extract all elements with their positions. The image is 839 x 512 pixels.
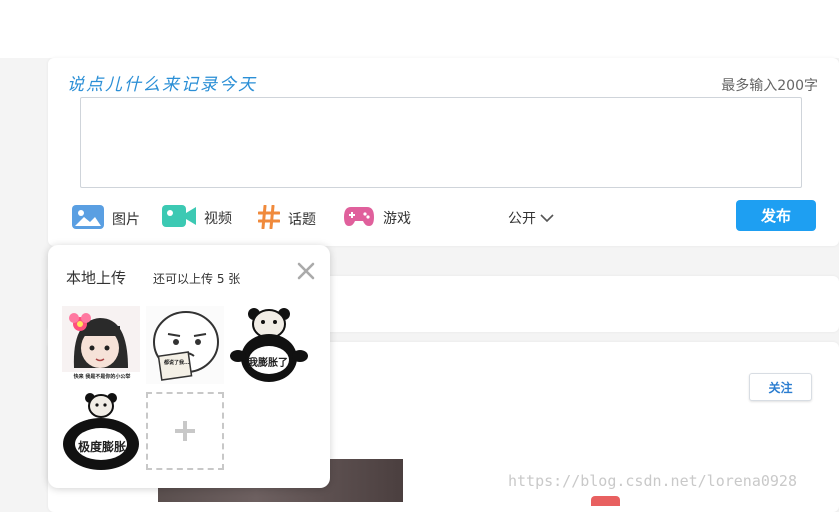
toolbar-game-button[interactable]: 游戏 xyxy=(343,205,411,231)
visibility-dropdown[interactable]: 公开 xyxy=(508,208,554,228)
panda-sticker xyxy=(230,306,308,384)
panda-sticker-large xyxy=(62,392,140,470)
publish-button[interactable]: 发布 xyxy=(736,200,816,231)
toolbar-image-button[interactable]: 图片 xyxy=(72,205,140,233)
sticker-caption-4: 极度膨胀 xyxy=(78,440,127,454)
sticker-thumb-4[interactable]: 极度膨胀 xyxy=(62,392,140,470)
watermark-text: https://blog.csdn.net/lorena0928 xyxy=(508,472,797,490)
hashtag-icon xyxy=(257,204,281,233)
top-background xyxy=(0,0,839,58)
toolbar-video-button[interactable]: 视频 xyxy=(162,205,232,231)
toolbar-video-label: 视频 xyxy=(204,211,232,227)
sticker-thumb-1[interactable]: 快来 我是不是你的小公举 xyxy=(62,306,140,384)
plus-icon xyxy=(175,421,195,441)
video-icon xyxy=(162,205,196,231)
sticker-caption-3: 我膨胀了 xyxy=(248,358,288,369)
popup-title: 本地上传 xyxy=(66,269,127,287)
face-note-sticker xyxy=(146,306,224,384)
chevron-down-icon xyxy=(540,214,554,223)
sticker-thumb-2[interactable]: 都说了我... xyxy=(146,306,224,384)
toolbar-topic-button[interactable]: 话题 xyxy=(257,204,316,233)
close-icon[interactable] xyxy=(296,261,316,281)
sticker-caption-2: 都说了我... xyxy=(164,360,190,366)
char-limit-label: 最多输入200字 xyxy=(721,78,818,94)
sticker-thumb-3[interactable]: 我膨胀了 xyxy=(230,306,308,384)
upload-popup: 本地上传 还可以上传 5 张 快来 我是不是你的小公举 都说了我... 我膨胀了… xyxy=(48,245,330,488)
follow-button[interactable]: 关注 xyxy=(749,373,812,401)
red-badge xyxy=(591,496,620,506)
toolbar-game-label: 游戏 xyxy=(383,211,411,227)
sticker-caption-1: 快来 我是不是你的小公举 xyxy=(73,374,131,380)
toolbar-topic-label: 话题 xyxy=(288,212,316,228)
image-icon xyxy=(72,205,104,233)
post-text-input[interactable] xyxy=(80,97,802,188)
composer-prompt: 说点儿什么来记录今天 xyxy=(67,75,257,95)
add-image-button[interactable] xyxy=(146,392,224,470)
gamepad-icon xyxy=(343,205,375,231)
toolbar-image-label: 图片 xyxy=(112,212,140,228)
upload-remaining-count: 还可以上传 5 张 xyxy=(153,272,241,286)
visibility-label: 公开 xyxy=(508,211,536,227)
